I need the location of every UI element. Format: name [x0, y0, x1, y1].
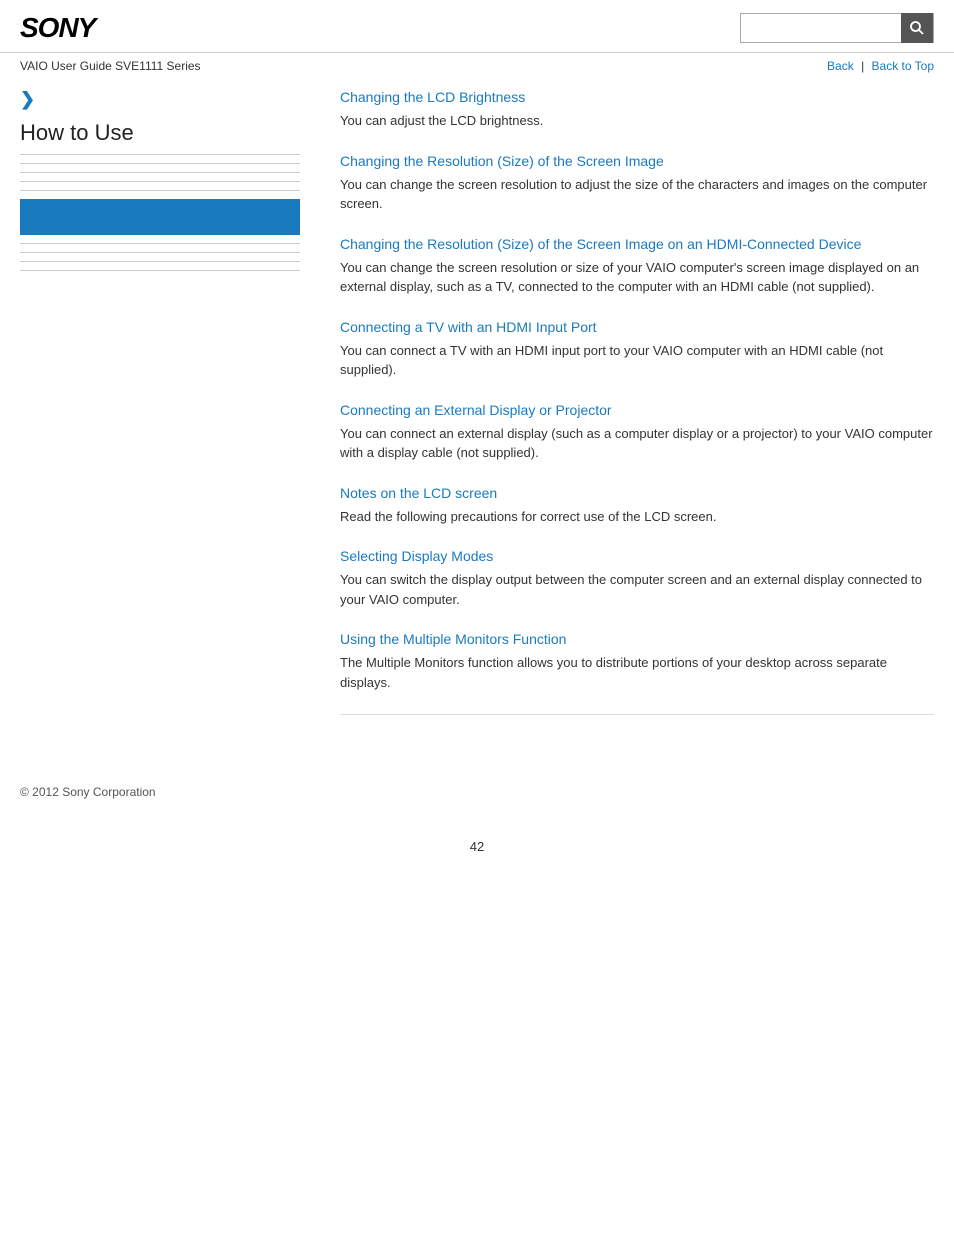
search-button[interactable]: [901, 13, 933, 43]
content-area: Changing the LCD Brightness You can adju…: [320, 89, 934, 735]
link-lcd-brightness[interactable]: Changing the LCD Brightness: [340, 89, 934, 105]
sidebar-active-item[interactable]: [20, 199, 300, 235]
search-input[interactable]: [741, 21, 901, 36]
content-section-selecting-display: Selecting Display Modes You can switch t…: [340, 548, 934, 609]
sidebar-divider-6: [20, 252, 300, 253]
back-link[interactable]: Back: [827, 59, 854, 73]
header: SONY: [0, 0, 954, 53]
sub-header: VAIO User Guide SVE1111 Series Back | Ba…: [0, 53, 954, 79]
content-section-multiple-monitors: Using the Multiple Monitors Function The…: [340, 631, 934, 692]
link-connecting-tv[interactable]: Connecting a TV with an HDMI Input Port: [340, 319, 934, 335]
sidebar-divider-3: [20, 181, 300, 182]
sony-logo: SONY: [20, 12, 95, 44]
link-connecting-external[interactable]: Connecting an External Display or Projec…: [340, 402, 934, 418]
sidebar-divider-7: [20, 261, 300, 262]
desc-notes-lcd: Read the following precautions for corre…: [340, 507, 934, 527]
copyright: © 2012 Sony Corporation: [20, 785, 156, 799]
content-section-notes-lcd: Notes on the LCD screen Read the followi…: [340, 485, 934, 527]
link-multiple-monitors[interactable]: Using the Multiple Monitors Function: [340, 631, 934, 647]
content-bottom-divider: [340, 714, 934, 715]
desc-selecting-display: You can switch the display output betwee…: [340, 570, 934, 609]
content-section-resolution-hdmi: Changing the Resolution (Size) of the Sc…: [340, 236, 934, 297]
search-box: [740, 13, 934, 43]
desc-lcd-brightness: You can adjust the LCD brightness.: [340, 111, 934, 131]
page-number: 42: [0, 839, 954, 854]
back-to-top-link[interactable]: Back to Top: [872, 59, 934, 73]
desc-connecting-tv: You can connect a TV with an HDMI input …: [340, 341, 934, 380]
sidebar-divider-2: [20, 172, 300, 173]
desc-resolution-hdmi: You can change the screen resolution or …: [340, 258, 934, 297]
nav-links: Back | Back to Top: [827, 59, 934, 73]
search-icon: [909, 20, 925, 36]
sidebar-title: How to Use: [20, 120, 300, 155]
content-section-connecting-tv: Connecting a TV with an HDMI Input Port …: [340, 319, 934, 380]
sidebar-divider-1: [20, 163, 300, 164]
desc-resolution-screen: You can change the screen resolution to …: [340, 175, 934, 214]
sidebar-divider-5: [20, 243, 300, 244]
link-selecting-display[interactable]: Selecting Display Modes: [340, 548, 934, 564]
link-resolution-hdmi[interactable]: Changing the Resolution (Size) of the Sc…: [340, 236, 934, 252]
content-section-resolution-screen: Changing the Resolution (Size) of the Sc…: [340, 153, 934, 214]
link-resolution-screen[interactable]: Changing the Resolution (Size) of the Sc…: [340, 153, 934, 169]
sidebar-divider-4: [20, 190, 300, 191]
desc-connecting-external: You can connect an external display (suc…: [340, 424, 934, 463]
sidebar-divider-8: [20, 270, 300, 271]
footer: © 2012 Sony Corporation: [0, 765, 954, 819]
sidebar: ❯ How to Use: [20, 89, 320, 735]
guide-title: VAIO User Guide SVE1111 Series: [20, 59, 201, 73]
main-container: ❯ How to Use Changing the LCD Brightness…: [0, 89, 954, 735]
desc-multiple-monitors: The Multiple Monitors function allows yo…: [340, 653, 934, 692]
link-notes-lcd[interactable]: Notes on the LCD screen: [340, 485, 934, 501]
content-section-connecting-external: Connecting an External Display or Projec…: [340, 402, 934, 463]
sidebar-chevron: ❯: [20, 89, 300, 110]
content-section-lcd-brightness: Changing the LCD Brightness You can adju…: [340, 89, 934, 131]
